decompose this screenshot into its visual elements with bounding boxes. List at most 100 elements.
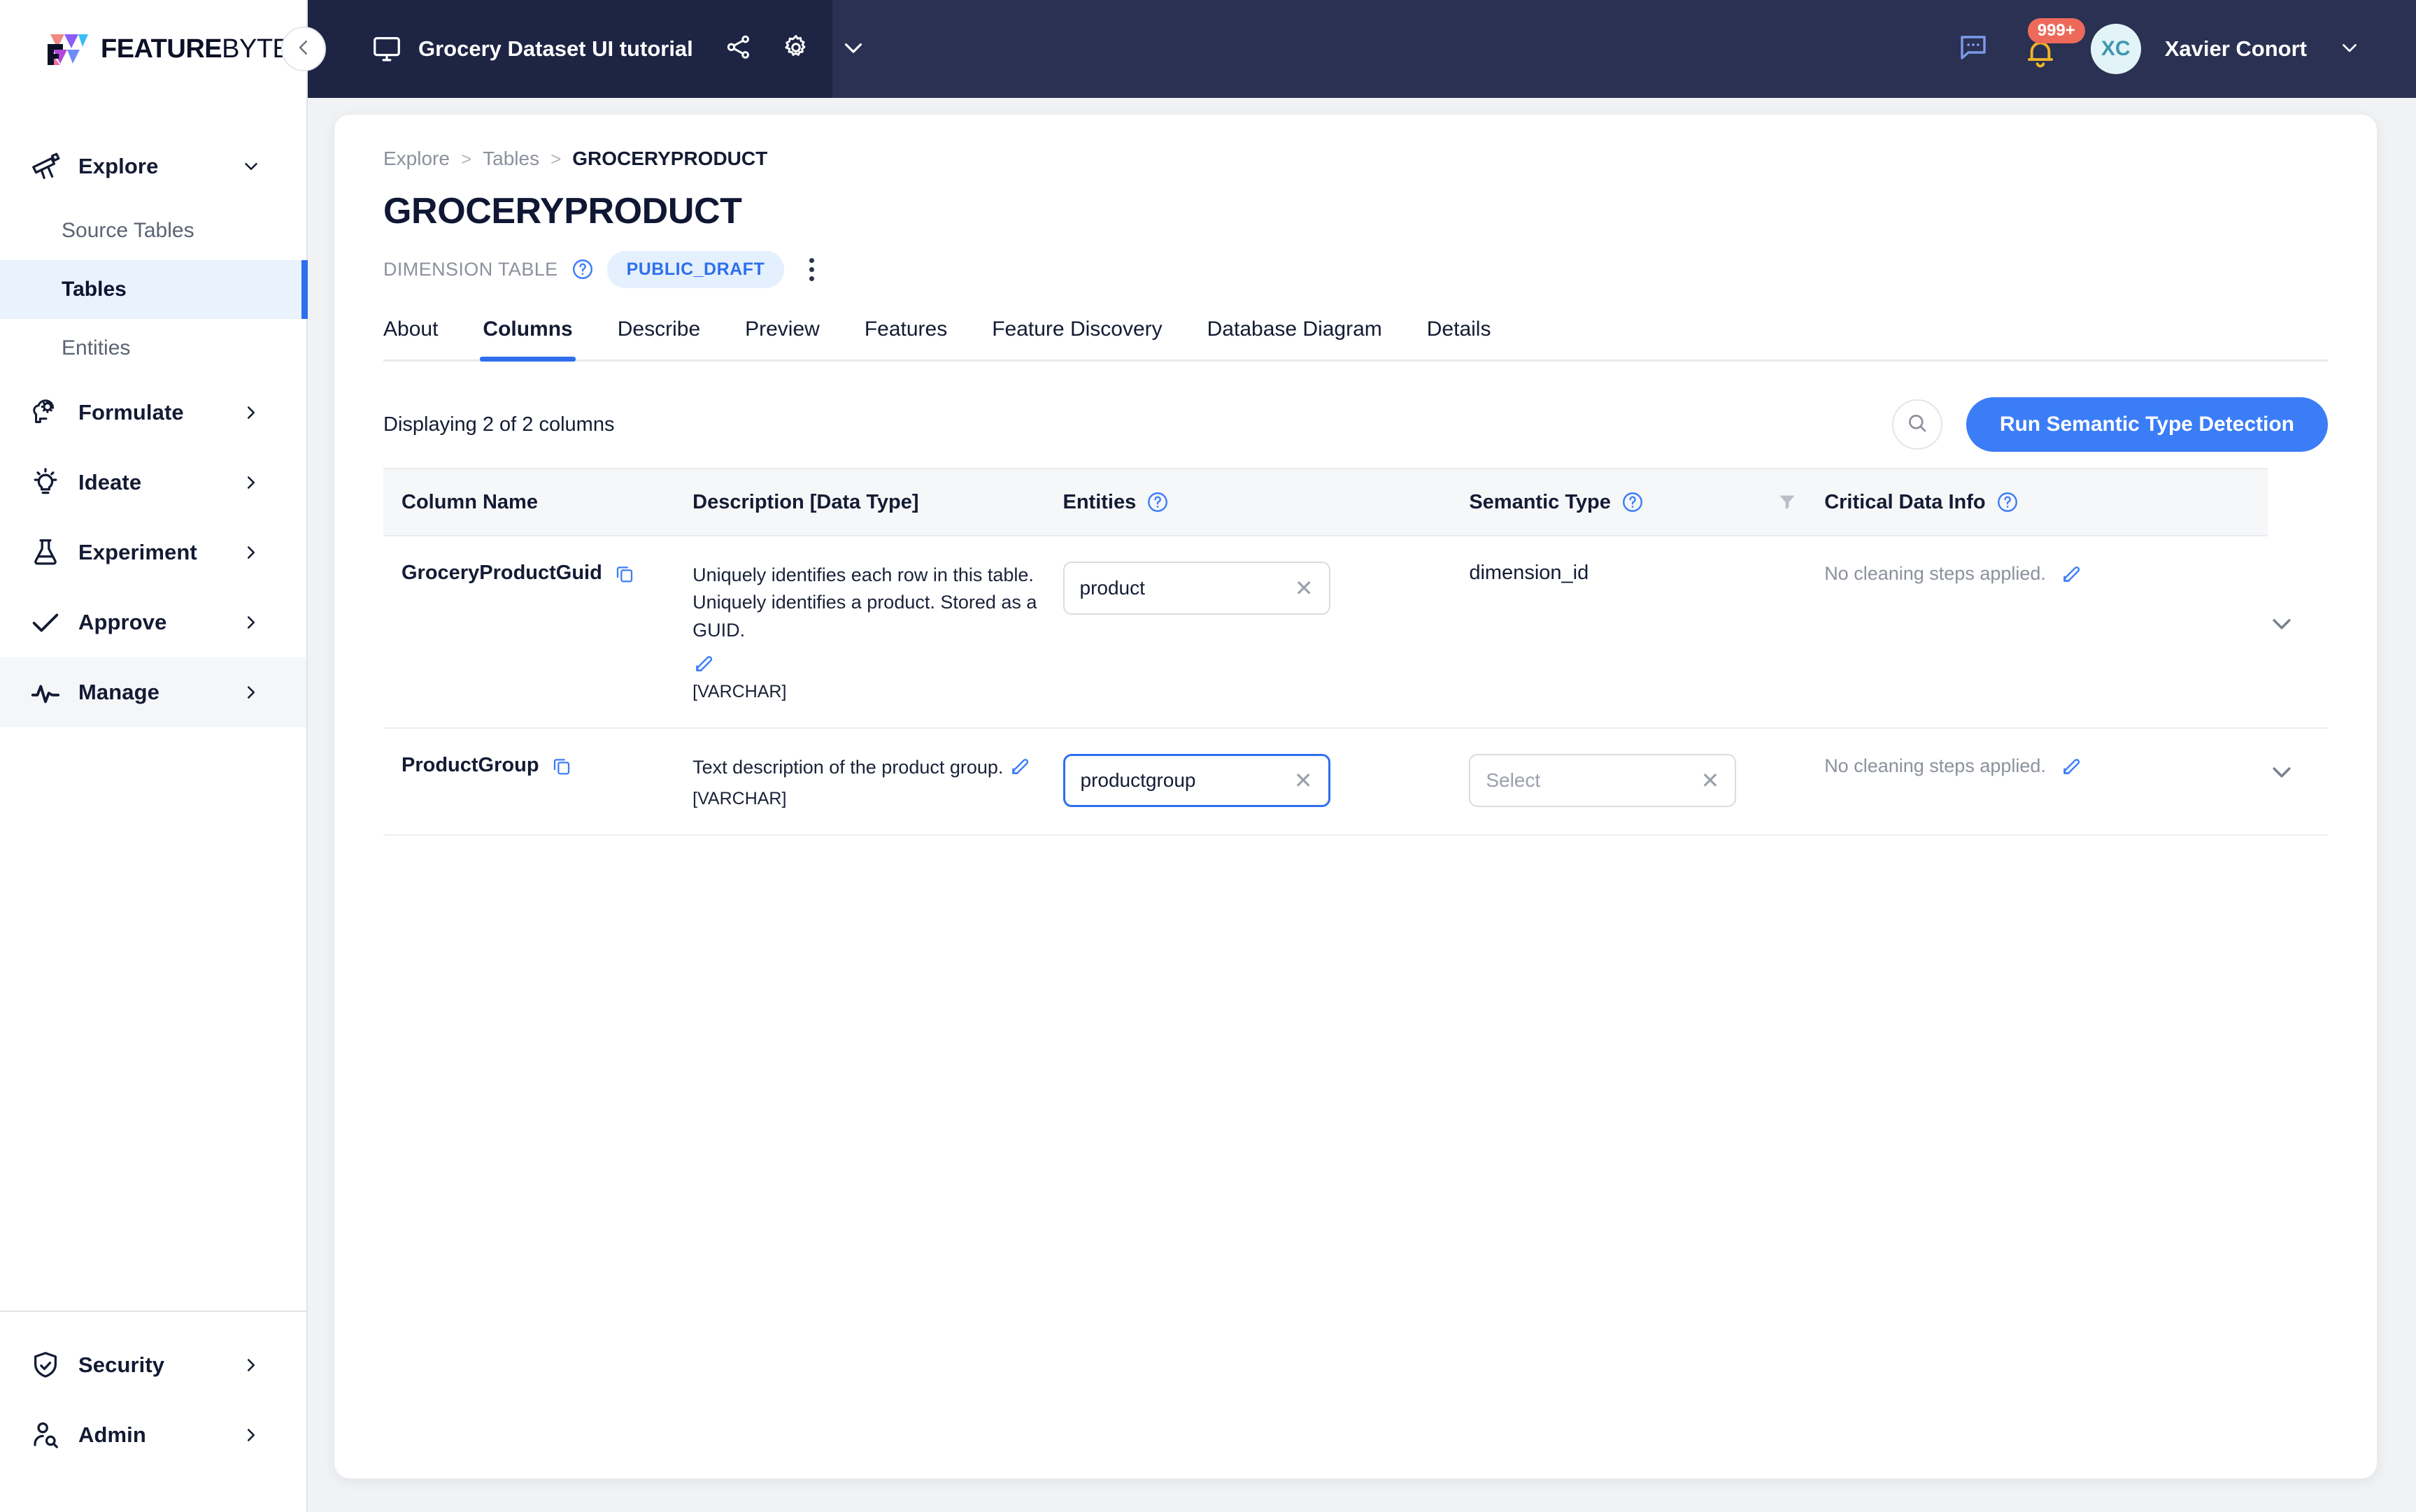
workspace-chip[interactable]: Grocery Dataset UI tutorial [281,0,862,98]
columns-table: Column Name Description [Data Type] Enti… [383,468,2328,836]
table-row[interactable]: GroceryProductGuid Uniquely identifies e… [383,536,2328,729]
breadcrumb-item-tables[interactable]: Tables [483,148,539,170]
workspace-actions [724,33,868,66]
critical-data-info-text: No cleaning steps applied. [1824,755,2046,776]
pencil-edit-icon[interactable] [692,651,716,675]
avatar[interactable]: XC [2090,24,2141,74]
tab-features[interactable]: Features [865,318,947,359]
sidebar-item-label: Manage [78,680,160,704]
sidebar-item-admin[interactable]: Admin [0,1400,306,1470]
th-critical-data-info[interactable]: Critical Data Info [1824,468,2268,536]
chevron-down-icon[interactable] [2268,758,2296,786]
breadcrumb-item-explore[interactable]: Explore [383,148,450,170]
more-vertical-icon[interactable] [800,255,823,283]
chevron-down-icon[interactable] [2338,36,2361,63]
th-description[interactable]: Description [Data Type] [692,468,1063,536]
sidebar-item-formulate[interactable]: Formulate [0,378,306,448]
chevron-down-icon[interactable] [2268,610,2296,638]
displaying-count: Displaying 2 of 2 columns [383,413,615,436]
share-icon[interactable] [724,33,753,66]
chevron-down-icon[interactable] [239,155,263,178]
filter-icon[interactable] [1777,492,1798,513]
question-circle-icon[interactable] [1996,490,2019,514]
gear-icon[interactable] [781,33,811,66]
question-circle-icon[interactable] [1621,490,1644,514]
clear-icon[interactable]: ✕ [1701,769,1720,792]
copy-icon[interactable] [613,562,636,585]
tab-details[interactable]: Details [1427,318,1491,359]
chevron-right-icon[interactable] [239,680,263,704]
sidebar-item-label: Admin [78,1422,146,1447]
sidebar-item-source-tables[interactable]: Source Tables [0,201,306,260]
check-icon [28,605,63,640]
entity-value: productgroup [1080,769,1196,792]
chevron-right-icon[interactable] [239,471,263,494]
pencil-edit-icon[interactable] [1009,754,1032,778]
shield-check-icon [28,1348,63,1383]
table-row[interactable]: ProductGroup Text description of the pro… [383,728,2328,836]
search-button[interactable] [1891,399,1942,450]
th-column-name[interactable]: Column Name [383,468,693,536]
activity-pulse-icon [28,675,63,710]
tab-feature-discovery[interactable]: Feature Discovery [992,318,1162,359]
entity-select[interactable]: product ✕ [1063,562,1330,615]
cell-row-expand [2268,536,2328,729]
sidebar-item-manage[interactable]: Manage [0,657,306,727]
breadcrumb: Explore > Tables > GROCERYPRODUCT [383,143,2328,175]
chevron-right-icon[interactable] [239,611,263,634]
th-entities[interactable]: Entities [1063,468,1470,536]
question-circle-icon[interactable] [571,257,595,281]
notification-badge: 999+ [2027,18,2085,44]
sidebar-item-label: Approve [78,610,167,634]
copy-icon[interactable] [550,755,573,777]
clear-icon[interactable]: ✕ [1295,577,1314,599]
column-name-text: GroceryProductGuid [402,562,602,584]
table-toolbar: Displaying 2 of 2 columns Run Semantic T… [383,391,2328,458]
chevron-right-icon[interactable] [239,1353,263,1377]
sidebar-item-entities[interactable]: Entities [0,319,306,378]
chevron-right-icon[interactable] [239,1423,263,1447]
sidebar-item-approve[interactable]: Approve [0,587,306,657]
notifications-button[interactable]: 999+ [2021,18,2085,69]
sidebar-item-tables[interactable]: Tables [0,260,308,319]
topbar-right-cluster: 999+ XC Xavier Conort [1956,18,2416,74]
tab-columns[interactable]: Columns [480,318,576,362]
cell-critical-data-info: No cleaning steps applied. [1824,728,2268,836]
column-name-text: ProductGroup [402,754,539,777]
chevron-down-icon[interactable] [839,33,868,66]
tab-describe[interactable]: Describe [618,318,700,359]
sidebar-item-experiment[interactable]: Experiment [0,518,306,587]
table-type-label: DIMENSION TABLE [383,258,558,280]
tab-database-diagram[interactable]: Database Diagram [1207,318,1382,359]
question-circle-icon[interactable] [1146,490,1170,514]
semantic-type-placeholder: Select [1486,769,1541,792]
workspace-title: Grocery Dataset UI tutorial [418,36,693,61]
status-badge[interactable]: PUBLIC_DRAFT [606,250,785,288]
th-semantic-type[interactable]: Semantic Type [1469,468,1825,536]
th-label: Semantic Type [1469,490,1611,513]
tab-bar: About Columns Describe Preview Features … [383,318,2328,362]
sidebar-item-explore[interactable]: Explore [0,131,306,201]
brand-logo[interactable]: FEATUREBYTE [0,0,306,98]
breadcrumb-current: GROCERYPRODUCT [572,148,768,169]
collapse-sidebar-button[interactable] [281,27,326,71]
critical-data-info-text: No cleaning steps applied. [1824,562,2046,584]
flask-icon [28,535,63,570]
sidebar-item-label: Formulate [78,400,184,425]
pencil-edit-icon[interactable] [2060,754,2084,778]
th-label: Column Name [402,490,538,513]
tab-about[interactable]: About [383,318,438,359]
entity-select[interactable]: productgroup ✕ [1063,754,1330,808]
sidebar-item-ideate[interactable]: Ideate [0,448,306,518]
chevron-right-icon[interactable] [239,541,263,564]
sidebar-item-security[interactable]: Security [0,1330,306,1400]
chevron-right-icon[interactable] [239,401,263,425]
semantic-type-select[interactable]: Select ✕ [1469,754,1737,808]
run-semantic-type-detection-button[interactable]: Run Semantic Type Detection [1966,397,2328,452]
clear-icon[interactable]: ✕ [1294,769,1313,792]
sidebar-primary-nav: Explore Source Tables Tables Entities Fo… [0,98,308,1311]
tab-preview[interactable]: Preview [745,318,820,359]
cell-semantic-type: Select ✕ [1469,728,1825,836]
chat-bubble-icon[interactable] [1956,31,1990,68]
pencil-edit-icon[interactable] [2060,562,2084,585]
